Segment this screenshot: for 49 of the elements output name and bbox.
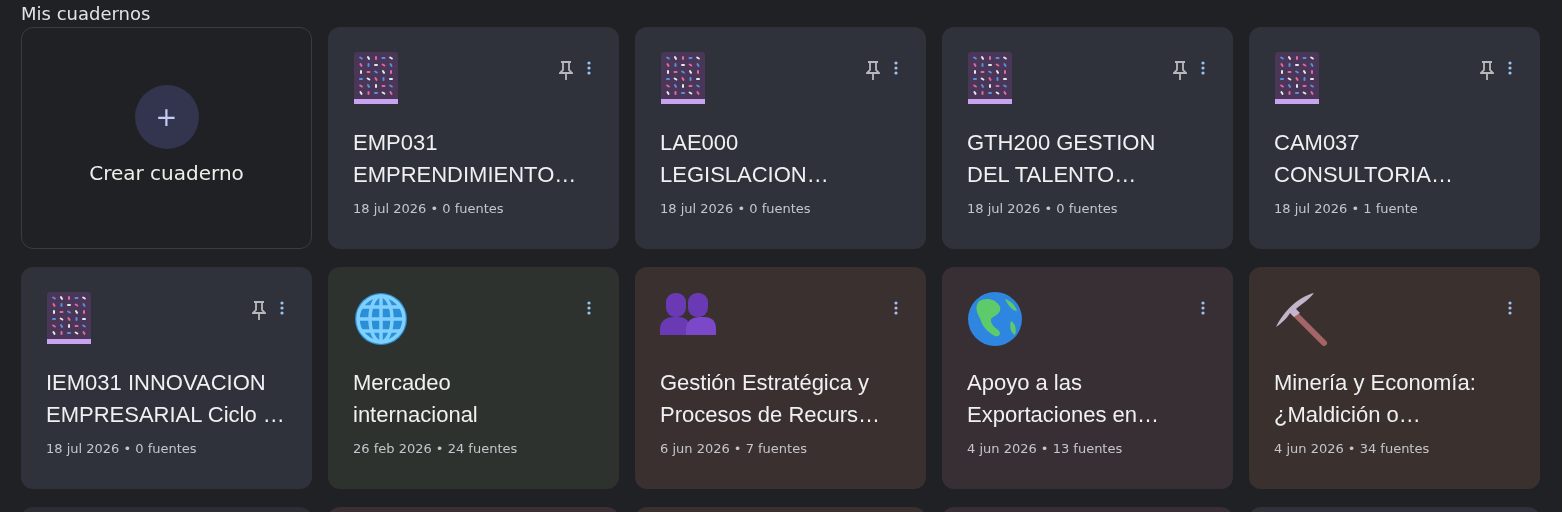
pin-button[interactable] [866, 61, 880, 81]
notebook-icon [1274, 51, 1320, 105]
notebook-title: Minería y Economía: ¿Maldición o… [1274, 369, 1477, 429]
notebook-icon [967, 51, 1013, 105]
globe-icon [353, 291, 409, 347]
notebook-meta: 4 jun 2026 • 34 fuentes [1274, 441, 1431, 456]
pin-button[interactable] [1173, 61, 1187, 81]
notebook-title: Gestión Estratégica y Procesos de Recurs… [660, 369, 882, 429]
notebook-card[interactable]: GTH200 GESTION DEL TALENTO… 18 jul 2026 • 0 fuentes [942, 27, 1233, 249]
notebook-title: GTH200 GESTION DEL TALENTO… [967, 129, 1157, 189]
notebook-card[interactable]: Minería y Economía: ¿Maldición o… 4 jun 2026 • 34 fuentes [1249, 267, 1540, 489]
add-button[interactable]: + [134, 85, 199, 149]
notebook-meta: 18 jul 2026 • 0 fuentes [353, 201, 505, 216]
more-options-button[interactable] [1508, 301, 1512, 315]
create-notebook-card[interactable]: + Crear cuaderno [21, 27, 312, 249]
notebook-card[interactable]: IEM031 INNOVACION EMPRESARIAL Ciclo … 18 jul 2026 • 0 fuentes [21, 267, 312, 489]
notebook-icon [660, 51, 706, 105]
notebook-title: CAM037 CONSULTORIA… [1274, 129, 1454, 189]
notebook-card[interactable]: Mercadeo internacional 26 feb 2026 • 24 fuentes [328, 267, 619, 489]
section-heading: Mis cuadernos [21, 4, 152, 24]
notebook-title: LAE000 LEGISLACION… [660, 129, 830, 189]
notebook-meta: 18 jul 2026 • 1 fuente [1274, 201, 1419, 216]
notebook-meta: 6 jun 2026 • 7 fuentes [660, 441, 808, 456]
pin-button[interactable] [252, 301, 266, 321]
earth-icon [967, 291, 1023, 347]
notebook-meta: 18 jul 2026 • 0 fuentes [46, 441, 198, 456]
notebook-icon [353, 51, 399, 105]
notebook-title: Mercadeo internacional [353, 369, 479, 429]
pin-button[interactable] [559, 61, 573, 81]
create-label: Crear cuaderno [89, 161, 244, 185]
notebook-meta: 4 jun 2026 • 13 fuentes [967, 441, 1124, 456]
notebook-card[interactable]: LAE000 LEGISLACION… 18 jul 2026 • 0 fuentes [635, 27, 926, 249]
notebook-card[interactable]: Apoyo a las Exportaciones en… 4 jun 2026 • 13 fuentes [942, 267, 1233, 489]
notebook-title: Apoyo a las Exportaciones en… [967, 369, 1160, 429]
more-options-button[interactable] [587, 301, 591, 315]
notebook-card[interactable]: EMP031 EMPRENDIMIENTO… 18 jul 2026 • 0 fuentes [328, 27, 619, 249]
pickaxe-icon [1274, 291, 1330, 347]
pin-button[interactable] [1480, 61, 1494, 81]
notebook-card[interactable]: Gestión Estratégica y Procesos de Recurs… 6 jun 2026 • 7 fuentes [635, 267, 926, 489]
notebook-meta: 18 jul 2026 • 0 fuentes [660, 201, 812, 216]
notebook-title: EMP031 EMPRENDIMIENTO… [353, 129, 578, 189]
notebook-meta: 18 jul 2026 • 0 fuentes [967, 201, 1119, 216]
people-icon [660, 291, 716, 335]
more-options-button[interactable] [1201, 301, 1205, 315]
notebook-icon [46, 291, 92, 345]
notebook-card[interactable]: CAM037 CONSULTORIA… 18 jul 2026 • 1 fuente [1249, 27, 1540, 249]
notebook-meta: 26 feb 2026 • 24 fuentes [353, 441, 519, 456]
notebook-title: IEM031 INNOVACION EMPRESARIAL Ciclo … [46, 369, 286, 429]
more-options-button[interactable] [894, 301, 898, 315]
